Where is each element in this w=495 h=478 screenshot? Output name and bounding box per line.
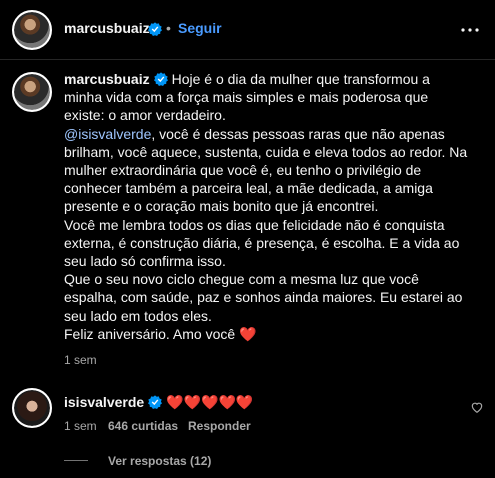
verified-badge-icon (148, 22, 162, 36)
caption-paragraph-4: Que o seu novo ciclo chegue com a mesma … (64, 271, 463, 324)
follow-button[interactable]: Seguir (178, 20, 222, 36)
comment-timestamp[interactable]: 1 sem (64, 419, 97, 433)
comment-text: ❤️❤️❤️❤️❤️ (166, 394, 254, 410)
verified-badge-icon (153, 72, 168, 86)
caption-username[interactable]: marcusbuaiz (64, 71, 150, 87)
header-username[interactable]: marcusbuaiz (64, 20, 150, 36)
caption-closing-text: Feliz aniversário. Amo você (64, 325, 236, 342)
mention-link[interactable]: @isisvalverde (64, 126, 151, 142)
caption-avatar-marcusbuaiz[interactable] (12, 72, 52, 112)
post-header: marcusbuaiz • Seguir (0, 0, 495, 60)
avatar-image (14, 390, 50, 426)
caption-timestamp[interactable]: 1 sem (64, 353, 97, 367)
view-replies-button[interactable]: Ver respostas (12) (108, 454, 211, 468)
avatar-image (14, 74, 50, 110)
comment-avatar-isisvalverde[interactable] (12, 388, 52, 428)
caption-closing: Feliz aniversário. Amo você ❤️ (64, 325, 468, 343)
caption-paragraph-3: Você me lembra todos os dias que felicid… (64, 216, 460, 270)
post-caption: marcusbuaiz Hoje é o dia da mulher que t… (64, 70, 468, 343)
like-heart-icon[interactable] (470, 400, 484, 414)
avatar-image (14, 12, 50, 48)
caption-paragraph-2: @isisvalverde, você é dessas pessoas rar… (64, 125, 468, 216)
reply-button[interactable]: Responder (188, 419, 251, 433)
header-separator: • (166, 20, 171, 36)
replies-divider (64, 460, 88, 461)
avatar-marcusbuaiz[interactable] (12, 10, 52, 50)
comment-likes[interactable]: 646 curtidas (108, 419, 178, 433)
caption-paragraph-1: marcusbuaiz Hoje é o dia da mulher que t… (64, 70, 468, 125)
more-options-icon[interactable] (458, 18, 482, 42)
verified-badge-icon (148, 395, 163, 409)
heart-emoji: ❤️ (239, 325, 257, 342)
comment-username[interactable]: isisvalverde (64, 394, 144, 410)
comment: isisvalverde ❤️❤️❤️❤️❤️ (64, 394, 253, 411)
